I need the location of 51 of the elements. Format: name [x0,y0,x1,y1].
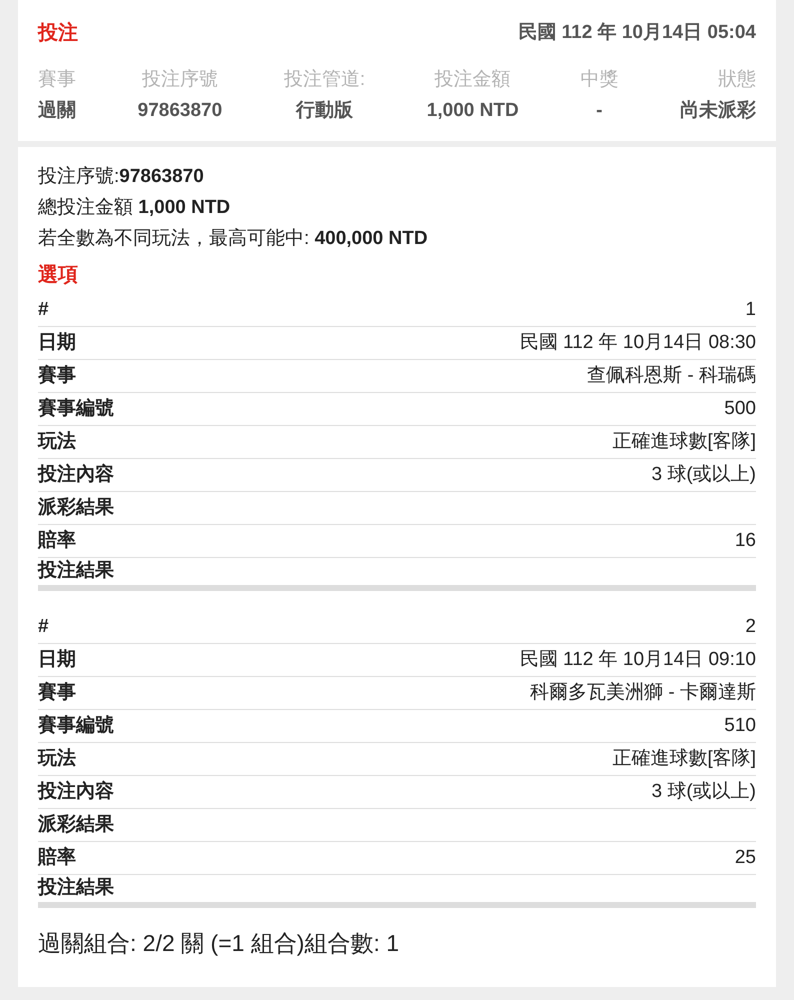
field-value: 25 [734,846,756,870]
field-label: 日期 [38,648,76,672]
field-value: 正確進球數[客隊] [612,746,756,771]
field-label: 賽事編號 [38,714,114,738]
field-label: 投注內容 [38,780,114,804]
field-label: 玩法 [38,746,76,771]
field-value: 民國 112 年 10月14日 09:10 [520,648,756,672]
column-header: 狀態 [716,68,756,92]
detail-line: 若全數為不同玩法，最高可能中: 400,000 NTD [38,227,429,251]
table-cell-text: 過關 [38,98,76,122]
field-value: 500 [724,396,756,421]
table-cell-text: 97863870 [138,98,222,122]
field-value: 2 [745,614,756,639]
section-title: 選項 [38,263,79,288]
column-header: 投注序號 [140,68,219,92]
section-title: 投注 [38,20,78,46]
field-value: 科爾多瓦美洲獅 - 卡爾達斯 [530,680,756,705]
table-cell-text: 1,000 NTD [426,98,519,122]
table-cell-text: 尚未派彩 [680,98,756,122]
column-header: 投注管道: [284,68,366,92]
field-value: 民國 112 年 10月14日 08:30 [520,330,756,355]
field-value: 16 [734,528,756,553]
field-label: 賽事 [38,680,76,705]
table-cell-text: 行動版 [294,98,354,122]
field-label: 投注結果 [38,558,114,584]
field-label: 投注結果 [38,876,114,900]
field-label: 賠率 [38,528,76,553]
field-value: 3 球(或以上) [652,780,756,804]
field-label: 賽事 [38,364,76,388]
field-label: 投注內容 [38,462,114,487]
table-cell-text: - [595,98,604,122]
combo-summary: 過關組合: 2/2 關 (=1 組合)組合數: 1 [38,929,400,958]
field-value: 正確進球數[客隊] [612,430,756,454]
field-label: 日期 [38,330,76,355]
detail-line: 總投注金額 1,000 NTD [38,196,232,220]
column-header: 投注金額 [434,68,512,92]
field-label: 賽事編號 [38,396,114,421]
field-label: 賠率 [38,846,76,870]
field-label: 玩法 [38,430,76,454]
column-header: 中獎 [580,68,618,92]
field-label: 派彩結果 [38,812,114,837]
field-value: 3 球(或以上) [652,462,756,487]
bet-datetime: 民國 112 年 10月14日 05:04 [518,20,756,45]
field-value: 510 [724,714,756,738]
field-value: 查佩科恩斯 - 科瑞碼 [587,364,756,388]
field-label: # [38,614,49,639]
field-label: # [38,298,49,322]
detail-line: 投注序號:97863870 [38,165,205,189]
field-label: 派彩結果 [38,496,114,520]
column-header: 賽事 [38,68,76,92]
field-value: 1 [745,298,756,322]
